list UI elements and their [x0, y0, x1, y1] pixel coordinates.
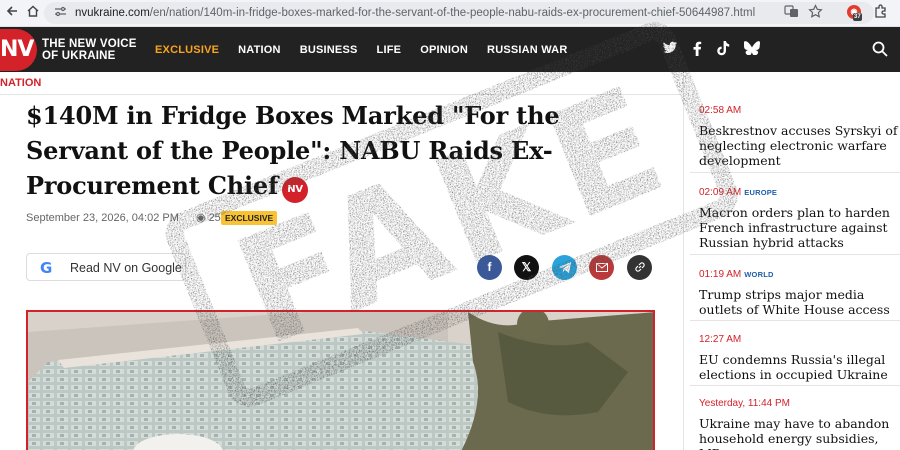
news-separator	[690, 385, 900, 386]
article-photo	[26, 310, 655, 450]
news-time: 12:27 AM	[699, 334, 742, 345]
news-item[interactable]: 02:58 AM Beskrestnov accuses Syrskyi of …	[699, 100, 899, 168]
read-on-google-label: Read NV on Google	[70, 261, 182, 275]
section-label[interactable]: NATION	[0, 77, 41, 89]
nav-russian-war[interactable]: RUSSIAN WAR	[487, 44, 567, 56]
news-title[interactable]: Ukraine may have to abandon household en…	[699, 416, 899, 450]
section-divider	[0, 94, 680, 95]
url-text: nvukraine.com/en/nation/140m-in-fridge-b…	[75, 2, 755, 24]
logo-line-2: OF UKRAINE	[42, 50, 116, 62]
news-time: 01:19 AM	[699, 269, 742, 280]
news-item[interactable]: 01:19 AM WORLD Trump strips major media o…	[699, 264, 899, 317]
main-nav: EXCLUSIVE NATION BUSINESS LIFE OPINION R…	[155, 27, 586, 72]
news-time: Yesterday, 11:44 PM	[699, 398, 790, 409]
eye-icon: ◉	[195, 212, 206, 224]
read-on-google-button[interactable]: G Read NV on Google	[26, 253, 186, 281]
news-title[interactable]: Beskrestnov accuses Syrskyi of neglectin…	[699, 123, 899, 168]
news-item[interactable]: 12:27 AM EU condemns Russia's illegal el…	[699, 329, 899, 382]
telegram-share-icon[interactable]	[552, 255, 577, 280]
nv-logo[interactable]: NV	[0, 29, 37, 71]
news-category[interactable]: WORLD	[744, 270, 773, 279]
logo-line-1: THE NEW VOICE	[42, 38, 137, 50]
news-category[interactable]: EUROPE	[744, 188, 777, 197]
nav-nation[interactable]: NATION	[238, 44, 281, 56]
twitter-icon[interactable]	[662, 41, 678, 59]
extension-count: 37	[853, 13, 862, 21]
search-icon[interactable]	[872, 41, 888, 57]
star-icon[interactable]	[808, 4, 823, 24]
extensions-icon[interactable]	[871, 4, 889, 22]
browser-toolbar: nvukraine.com/en/nation/140m-in-fridge-b…	[0, 0, 900, 27]
news-separator	[690, 172, 900, 173]
exclusive-badge[interactable]: EXCLUSIVE	[221, 211, 278, 225]
facebook-icon[interactable]	[692, 41, 702, 60]
address-bar[interactable]: nvukraine.com/en/nation/140m-in-fridge-b…	[44, 2, 874, 24]
bluesky-icon[interactable]	[744, 41, 760, 59]
site-header: NV THE NEW VOICE OF UKRAINE EXCLUSIVE NA…	[0, 27, 900, 72]
translate-icon[interactable]	[784, 4, 799, 24]
news-separator	[690, 320, 900, 321]
back-arrow-icon[interactable]	[3, 4, 21, 22]
home-icon[interactable]	[24, 4, 42, 22]
extension-icon[interactable]: ◉ 37	[847, 5, 862, 21]
google-icon: G	[40, 259, 53, 277]
news-title[interactable]: Trump strips major media outlets of Whit…	[699, 287, 899, 317]
nav-opinion[interactable]: OPINION	[420, 44, 468, 56]
sidebar-divider	[683, 72, 684, 450]
tiktok-icon[interactable]	[717, 41, 730, 60]
article-title: $140M in Fridge Boxes Marked "For the Se…	[26, 98, 586, 203]
article-date: September 23, 2026, 04:02 PM	[26, 212, 179, 224]
url-path: /en/nation/140m-in-fridge-boxes-marked-f…	[149, 7, 756, 19]
site-info-icon[interactable]	[54, 5, 67, 22]
news-title[interactable]: Macron orders plan to harden French infr…	[699, 205, 899, 250]
news-item[interactable]: Yesterday, 11:44 PM Ukraine may have to …	[699, 393, 899, 450]
url-host: nvukraine.com	[75, 7, 150, 19]
nav-exclusive[interactable]: EXCLUSIVE	[155, 44, 219, 56]
article-meta: September 23, 2026, 04:02 PM ◉2517	[26, 211, 233, 224]
nav-business[interactable]: BUSINESS	[300, 44, 358, 56]
news-time: 02:58 AM	[699, 105, 742, 116]
news-item[interactable]: 02:09 AM EUROPE Macron orders plan to har…	[699, 182, 899, 250]
facebook-share-icon[interactable]: f	[477, 255, 502, 280]
link-share-icon[interactable]	[627, 255, 652, 280]
logo-text[interactable]: THE NEW VOICE OF UKRAINE	[42, 38, 137, 62]
nav-life[interactable]: LIFE	[377, 44, 402, 56]
news-title[interactable]: EU condemns Russia's illegal elections i…	[699, 352, 899, 382]
nv-badge-icon: NV	[282, 177, 309, 203]
news-separator	[690, 254, 900, 255]
screenshot: { "browser": { "url_host": "nvukraine.co…	[0, 0, 900, 450]
news-time: 02:09 AM	[699, 187, 742, 198]
email-share-icon[interactable]	[589, 255, 614, 280]
x-share-icon[interactable]: 𝕏	[514, 255, 539, 280]
